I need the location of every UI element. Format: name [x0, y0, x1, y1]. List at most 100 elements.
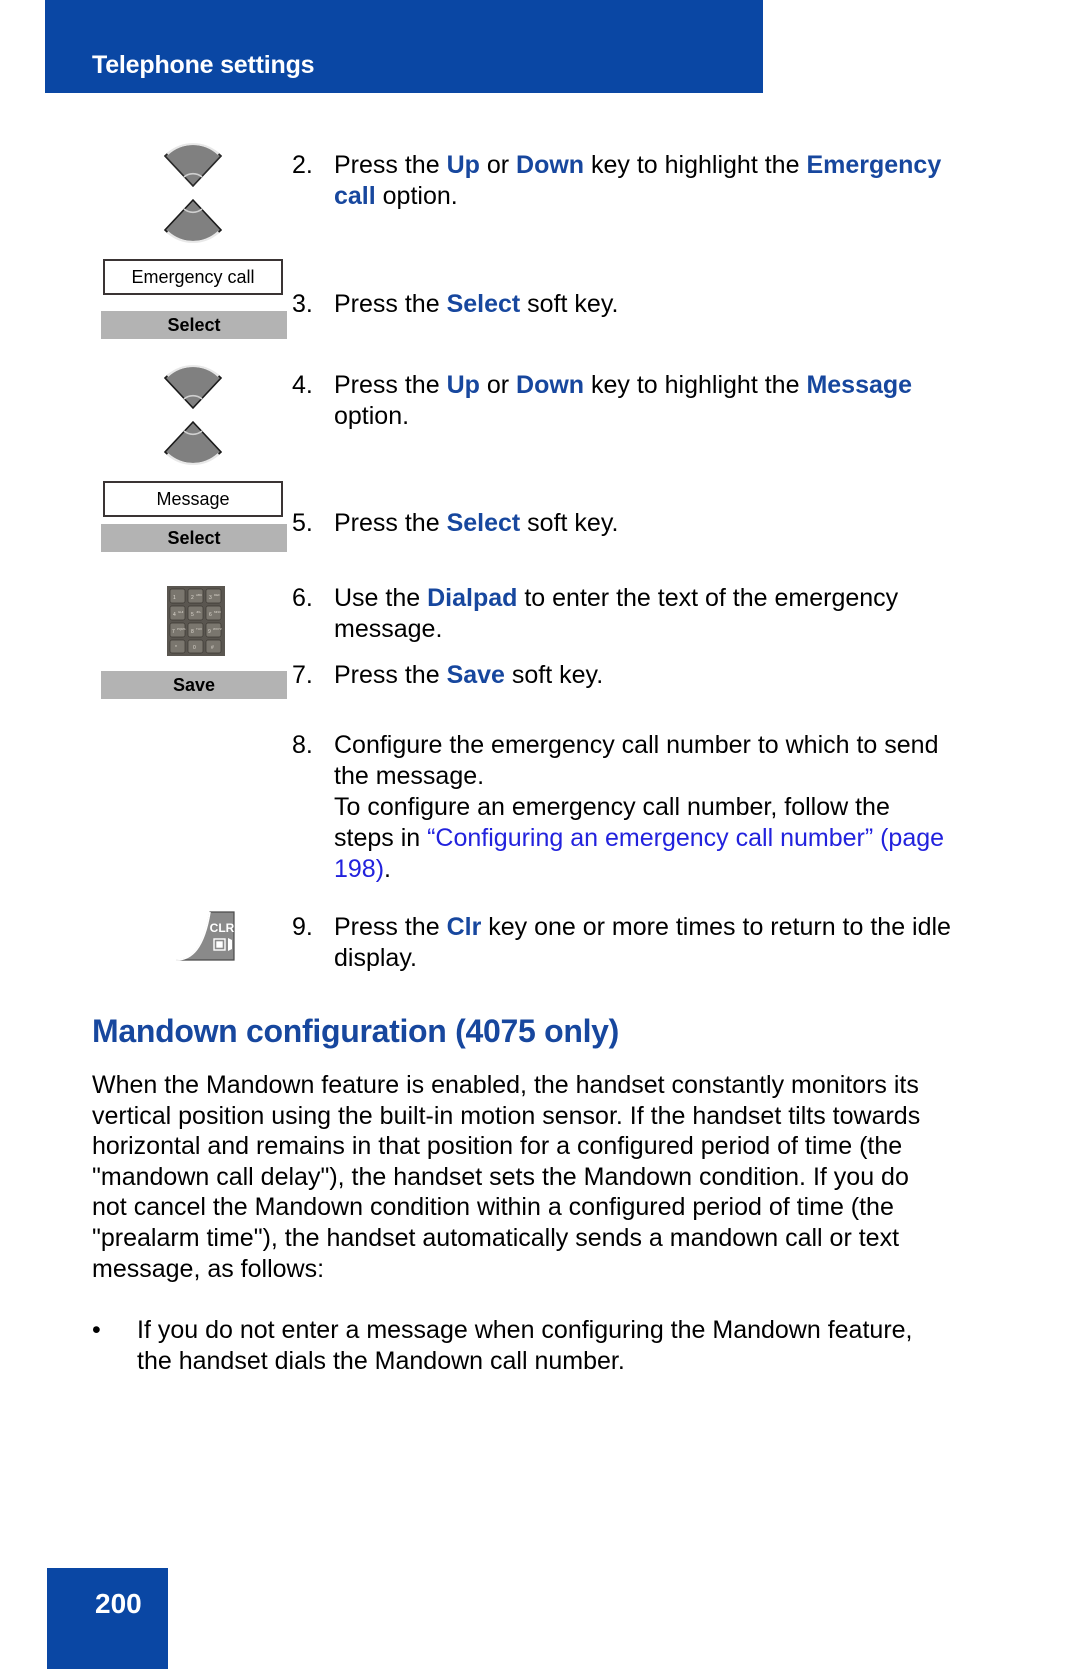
keyword-save: Save [446, 661, 505, 689]
page-title: Telephone settings [92, 51, 315, 79]
svg-text:5: 5 [191, 612, 194, 618]
section-paragraph: When the Mandown feature is enabled, the… [92, 1071, 921, 1283]
text-segment: soft key. [520, 509, 619, 537]
dialpad-icon: 1 2 ABC 3 DEF 4 GHI 5 JKL 6 MNO 7 PQRS 8 TUV 9W… [167, 586, 225, 656]
keyword-clr: Clr [446, 913, 482, 941]
svg-text:TUV: TUV [196, 627, 202, 631]
text-segment: Configure the emergency call number to w… [334, 731, 939, 790]
nav-up-key [163, 143, 223, 188]
text-segment: key to highlight the [584, 151, 807, 179]
step-2: 2. Press the Up or Down key to highlight… [292, 150, 942, 212]
svg-text:8: 8 [191, 629, 194, 635]
keyword-select: Select [446, 290, 521, 318]
bullet-text: If you do not enter a message when confi… [137, 1316, 913, 1375]
page-footer-bar: 200 [47, 1568, 168, 1669]
step-body: Press the Clr key one or more times to r… [334, 912, 952, 974]
svg-text:7: 7 [172, 629, 175, 635]
text-segment: Press the [334, 661, 447, 689]
svg-text:JKL: JKL [196, 610, 202, 614]
keyword-up: Up [446, 371, 480, 399]
nav-key-graphic [163, 143, 223, 243]
text-segment: option. [334, 402, 410, 430]
step-6: 6. Use the Dialpad to enter the text of … [292, 583, 947, 645]
nav-up-key [163, 365, 223, 410]
text-segment: Press the [334, 290, 447, 318]
text-segment: or [479, 151, 517, 179]
step-body: Press the Up or Down key to highlight th… [334, 370, 942, 432]
keyword-up: Up [446, 151, 480, 179]
step-number: 4. [292, 371, 313, 399]
svg-text:GHI: GHI [178, 610, 184, 614]
text-segment: Press the [334, 913, 447, 941]
section-heading-mandown-configuration: Mandown configuration (4075 only) [92, 1013, 620, 1049]
text-segment: Use the [334, 584, 428, 612]
page-content: Telephone settings Emergency call Select… [0, 0, 1080, 1669]
svg-text:*: * [175, 645, 177, 651]
step-9: 9. Press the Clr key one or more times t… [292, 912, 952, 974]
text-segment: soft key. [504, 661, 604, 689]
step-number: 3. [292, 290, 313, 318]
svg-text:PQRS: PQRS [177, 627, 186, 631]
bullet-marker: • [92, 1316, 101, 1344]
step-number: 6. [292, 584, 313, 612]
step-body: Press the Select soft key. [334, 508, 618, 539]
step-number: 5. [292, 509, 313, 537]
text-segment: option. [375, 182, 458, 210]
svg-text:0: 0 [193, 645, 196, 651]
step-3: 3. Press the Select soft key. [292, 289, 942, 320]
keyword-down: Down [516, 151, 585, 179]
svg-text:MNO: MNO [214, 610, 222, 614]
softkey-select-2[interactable]: Select [101, 524, 287, 552]
text-segment: or [479, 371, 517, 399]
step-body: Configure the emergency call number to w… [334, 730, 952, 885]
step-body: Press the Up or Down key to highlight th… [334, 150, 942, 212]
keyword-select: Select [446, 509, 521, 537]
step-5: 5. Press the Select soft key. [292, 508, 942, 539]
page-number: 200 [95, 1588, 142, 1619]
nav-updown-key-icon-2 [158, 360, 228, 475]
step-number: 9. [292, 913, 313, 941]
text-segment: Press the [334, 509, 447, 537]
text-segment: soft key. [520, 290, 619, 318]
text-segment: key to highlight the [584, 371, 807, 399]
keyword-down: Down [516, 371, 585, 399]
step-body: Use the Dialpad to enter the text of the… [334, 583, 947, 645]
clr-key-label: CLR [210, 921, 235, 935]
nav-key-graphic [163, 365, 223, 465]
page-header-bar: Telephone settings [45, 0, 763, 93]
step-number: 2. [292, 151, 313, 179]
step-body: Press the Select soft key. [334, 289, 618, 320]
nav-down-key [163, 198, 223, 243]
svg-text:4: 4 [173, 612, 176, 618]
svg-text:DEF: DEF [214, 593, 220, 597]
bullet-list: • If you do not enter a message when con… [92, 1315, 932, 1376]
display-box-message: Message [103, 481, 283, 517]
list-item: • If you do not enter a message when con… [92, 1315, 932, 1376]
clr-key-icon: CLR [170, 908, 240, 963]
softkey-save[interactable]: Save [101, 671, 287, 699]
svg-text:1: 1 [173, 595, 176, 601]
svg-text:9: 9 [208, 629, 211, 635]
nav-updown-key-icon-1 [158, 138, 228, 253]
display-box-emergency-call: Emergency call [103, 259, 283, 295]
dialpad-graphic: 1 2 ABC 3 DEF 4 GHI 5 JKL 6 MNO 7 PQRS 8 TUV 9W… [167, 586, 225, 656]
step-7: 7. Press the Save soft key. [292, 660, 942, 691]
step-body: Press the Save soft key. [334, 660, 603, 691]
nav-down-key [163, 420, 223, 465]
svg-text:3: 3 [209, 595, 212, 601]
step-number: 8. [292, 731, 313, 759]
text-segment: . [384, 855, 391, 883]
clr-key-graphic: CLR [175, 911, 235, 961]
svg-text:2: 2 [191, 595, 194, 601]
svg-text:#: # [211, 645, 214, 651]
softkey-select-1[interactable]: Select [101, 311, 287, 339]
keyword-message: Message [806, 371, 913, 399]
svg-text:WXYZ: WXYZ [213, 627, 222, 631]
step-8: 8. Configure the emergency call number t… [292, 730, 952, 885]
step-4: 4. Press the Up or Down key to highlight… [292, 370, 942, 432]
step-number: 7. [292, 661, 313, 689]
text-segment: Press the [334, 151, 447, 179]
svg-text:6: 6 [209, 612, 212, 618]
svg-text:ABC: ABC [196, 593, 203, 597]
keyword-dialpad: Dialpad [427, 584, 518, 612]
